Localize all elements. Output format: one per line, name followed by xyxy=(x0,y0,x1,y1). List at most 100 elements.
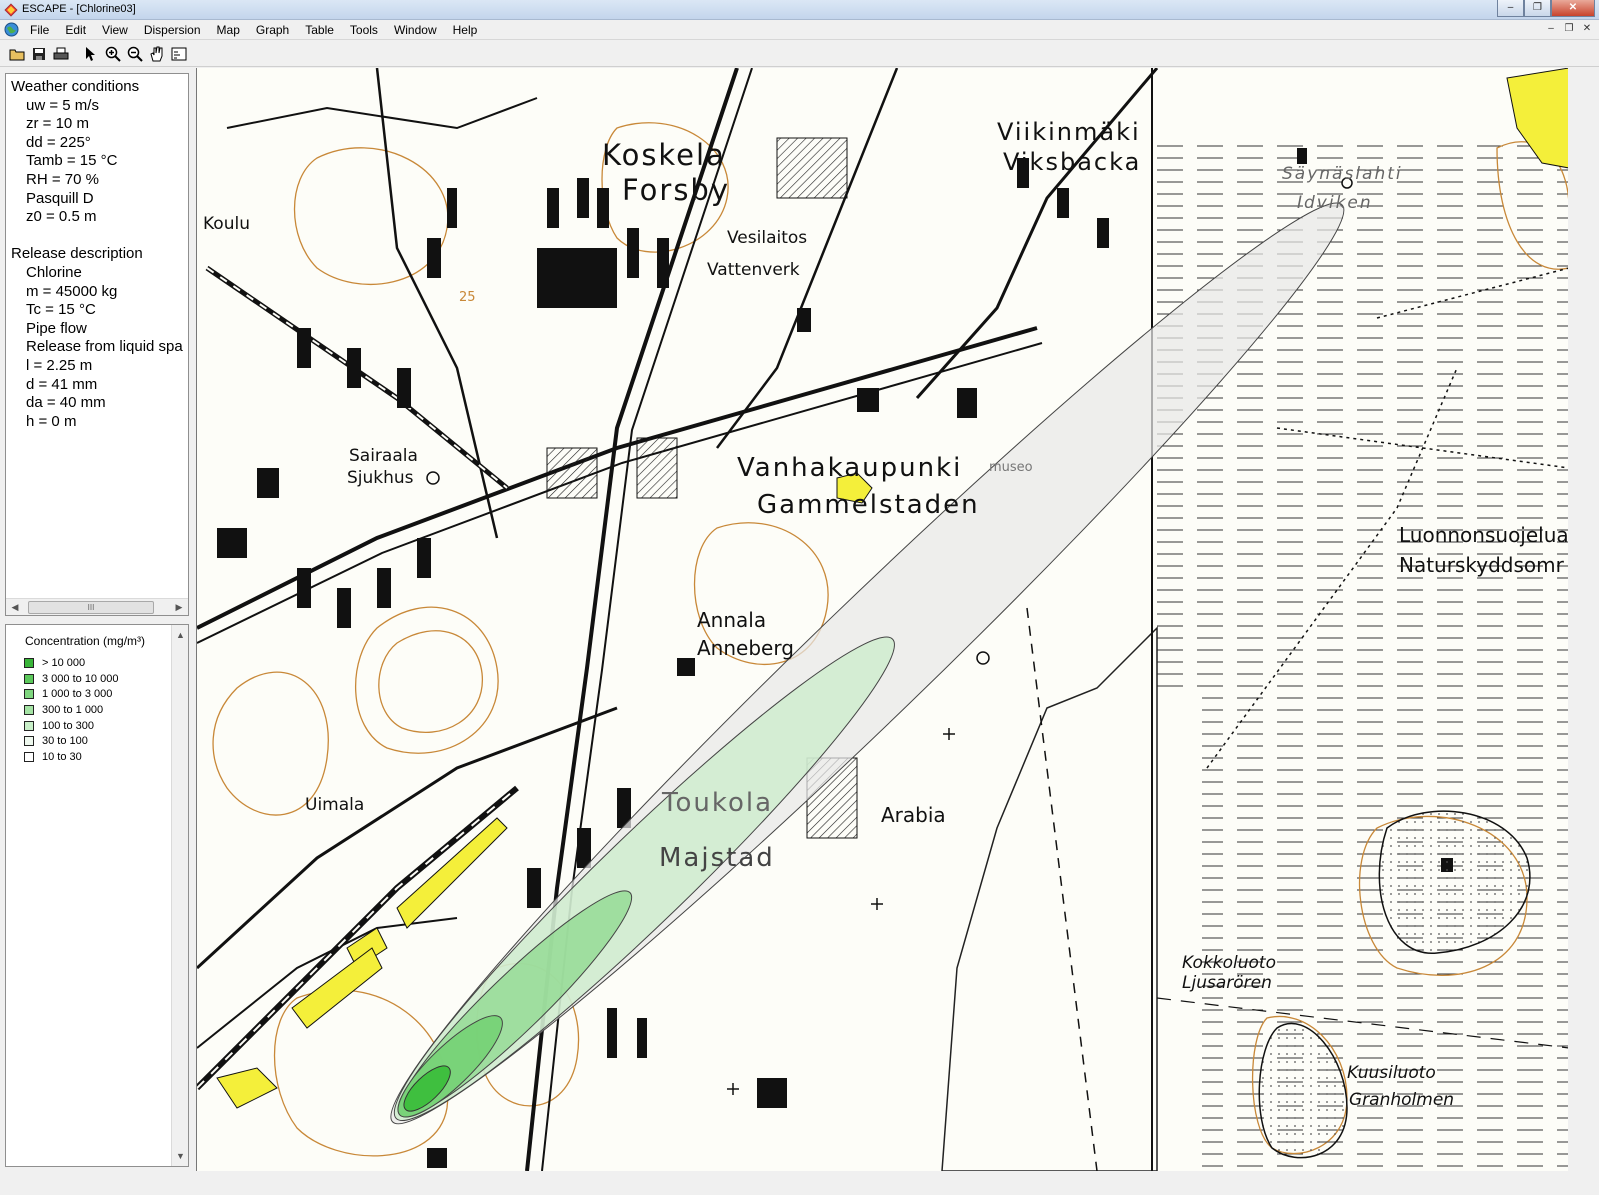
open-folder-icon[interactable] xyxy=(6,43,28,65)
status-strip xyxy=(0,1171,1599,1195)
release-source: Release from liquid spa xyxy=(26,338,183,356)
title-bar: ESCAPE - [Chlorine03] – ❐ ✕ xyxy=(0,0,1599,20)
release-height: h = 0 m xyxy=(26,412,77,430)
scroll-right-icon[interactable]: ▶ xyxy=(171,600,187,615)
legend-swatch xyxy=(24,704,34,715)
place-label-arabia: Arabia xyxy=(881,803,946,827)
legend-range-label: 300 to 1 000 xyxy=(42,703,104,716)
place-label-kuusiluoto: Kuusiluoto xyxy=(1347,1063,1436,1083)
weather-wind-direction: dd = 225° xyxy=(26,133,91,151)
place-label-majstad: Majstad xyxy=(659,843,775,873)
menu-dispersion[interactable]: Dispersion xyxy=(136,22,209,37)
scroll-down-icon[interactable]: ▼ xyxy=(173,1148,188,1164)
legend-range-label: 100 to 300 xyxy=(42,719,94,732)
concentration-legend-panel: Concentration (mg/m³) > 10 000 3 000 to 1… xyxy=(5,624,189,1167)
place-label-anneberg: Anneberg xyxy=(697,636,794,660)
menu-file[interactable]: File xyxy=(22,22,57,37)
release-title: Release description xyxy=(11,245,143,263)
menu-edit[interactable]: Edit xyxy=(57,22,94,37)
minimize-button[interactable]: – xyxy=(1497,0,1524,17)
legend-range-label: 1 000 to 3 000 xyxy=(42,688,113,701)
place-label-vesilaitos: Vesilaitos xyxy=(727,228,808,248)
child-minimize-button[interactable]: – xyxy=(1543,22,1559,37)
place-label-koskela: Koskela xyxy=(602,138,726,172)
scroll-up-icon[interactable]: ▲ xyxy=(173,627,188,643)
weather-roughness: z0 = 0.5 m xyxy=(26,208,97,226)
pan-hand-icon[interactable] xyxy=(146,43,168,65)
release-mass: m = 45000 kg xyxy=(26,282,118,300)
place-label-forsby: Forsby xyxy=(622,173,730,207)
menu-map[interactable]: Map xyxy=(209,22,248,37)
weather-temperature: Tamb = 15 °C xyxy=(26,152,118,170)
legend-swatch xyxy=(24,720,34,731)
legend-row: > 10 000 xyxy=(24,655,138,671)
legend-row: 1 000 to 3 000 xyxy=(24,686,138,702)
globe-icon[interactable] xyxy=(4,22,19,37)
place-label-vanhakaupunki: Vanhakaupunki xyxy=(737,453,963,483)
topographic-map-canvas[interactable] xyxy=(197,68,1568,1171)
menu-window[interactable]: Window xyxy=(386,22,445,37)
pointer-icon[interactable] xyxy=(80,43,102,65)
zoom-in-icon[interactable] xyxy=(102,43,124,65)
scrollbar-thumb[interactable]: III xyxy=(28,601,154,614)
weather-humidity: RH = 70 % xyxy=(26,170,99,188)
scroll-left-icon[interactable]: ◀ xyxy=(7,600,23,615)
menu-tools[interactable]: Tools xyxy=(342,22,386,37)
legend-swatch xyxy=(24,657,34,668)
legend-range-label: 3 000 to 10 000 xyxy=(42,672,119,685)
place-label-koulu: Koulu xyxy=(203,214,250,234)
dispersion-map[interactable]: Koskela Forsby Viikinmäki Viksbacka Vesi… xyxy=(196,68,1568,1171)
legend-row: 100 to 300 xyxy=(24,718,138,734)
menu-view[interactable]: View xyxy=(94,22,136,37)
maximize-button[interactable]: ❐ xyxy=(1524,0,1551,17)
place-label-viikinmaki: Viikinmäki xyxy=(997,118,1141,146)
legend-range-label: 10 to 30 xyxy=(42,750,82,763)
close-button[interactable]: ✕ xyxy=(1551,0,1595,17)
weather-reference-height: zr = 10 m xyxy=(26,115,89,133)
place-label-granholmen: Granholmen xyxy=(1349,1090,1455,1110)
right-frame xyxy=(1568,68,1599,1195)
save-icon[interactable] xyxy=(28,43,50,65)
menu-help[interactable]: Help xyxy=(445,22,486,37)
place-label-viksbacka: Viksbacka xyxy=(1003,148,1142,176)
legend-row: 300 to 1 000 xyxy=(24,702,138,718)
release-flow-type: Pipe flow xyxy=(26,319,87,337)
legend-row: 30 to 100 xyxy=(24,733,138,749)
legend-swatch xyxy=(24,751,34,762)
menu-table[interactable]: Table xyxy=(297,22,342,37)
print-icon[interactable] xyxy=(50,43,72,65)
legend-row: 10 to 30 xyxy=(24,749,138,765)
toolbar xyxy=(0,41,1599,67)
menu-bar: File Edit View Dispersion Map Graph Tabl… xyxy=(0,20,1599,40)
menu-graph[interactable]: Graph xyxy=(248,22,297,37)
window-title: ESCAPE - [Chlorine03] xyxy=(22,3,136,15)
child-restore-button[interactable]: ❐ xyxy=(1561,22,1577,37)
legend-row: 3 000 to 10 000 xyxy=(24,671,138,687)
legend-swatch xyxy=(24,689,34,700)
release-substance: Chlorine xyxy=(26,263,82,281)
place-label-gammelstaden: Gammelstaden xyxy=(757,490,980,520)
place-label-naturskyddsomrade: Naturskyddsomr xyxy=(1399,553,1564,577)
release-info-panel: Weather conditions uw = 5 m/s zr = 10 m … xyxy=(5,73,189,616)
place-label-kokkoluoto: Kokkoluoto xyxy=(1182,953,1276,973)
place-label-ljusaroren: Ljusarören xyxy=(1182,973,1272,993)
place-label-sjukhus: Sjukhus xyxy=(347,468,414,488)
full-extent-icon[interactable] xyxy=(168,43,190,65)
weather-stability-class: Pasquill D xyxy=(26,189,94,207)
release-pipe-diameter: d = 41 mm xyxy=(26,375,98,393)
info-horizontal-scrollbar[interactable]: ◀ III ▶ xyxy=(6,598,188,615)
legend-swatch xyxy=(24,736,34,747)
place-label-vattenverk: Vattenverk xyxy=(707,260,800,280)
legend-title: Concentration (mg/m³) xyxy=(25,634,146,648)
zoom-out-icon[interactable] xyxy=(124,43,146,65)
release-temperature: Tc = 15 °C xyxy=(26,301,96,319)
place-label-saynaslahti: Säynäslahti xyxy=(1282,164,1403,184)
place-label-annala: Annala xyxy=(697,608,767,632)
release-info-text: Weather conditions uw = 5 m/s zr = 10 m … xyxy=(6,74,188,594)
child-close-button[interactable]: ✕ xyxy=(1579,22,1595,37)
legend-range-label: > 10 000 xyxy=(42,656,86,669)
legend-vertical-scrollbar[interactable]: ▲ ▼ xyxy=(171,625,188,1166)
release-pipe-length: l = 2.25 m xyxy=(26,356,93,374)
place-label-museo: museo xyxy=(989,460,1033,475)
place-label-luonnonsuojelualue: Luonnonsuojelua xyxy=(1399,523,1568,547)
